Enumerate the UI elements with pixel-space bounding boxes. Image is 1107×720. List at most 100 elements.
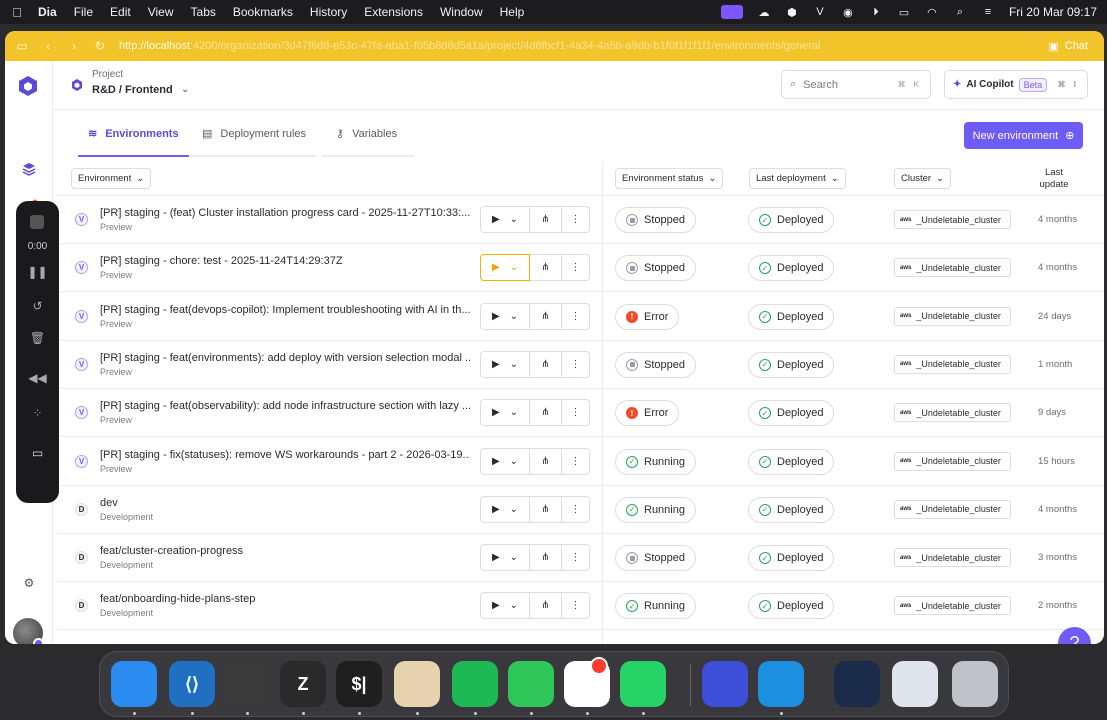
cluster-badge[interactable]: aws _Undeletable_cluster (894, 596, 1011, 616)
deploy-button[interactable]: ▶ ⌄ (480, 302, 530, 330)
deployment-badge[interactable]: ✓ Deployed (748, 545, 835, 572)
address-bar[interactable]: http://localhost:4200/organization/3d47f… (119, 40, 1036, 52)
control-center-icon[interactable]: ≡ (981, 6, 995, 18)
menu-file[interactable]: File (74, 5, 93, 19)
status-badge[interactable]: ✓ Running (615, 593, 696, 620)
dock-docker-icon[interactable] (758, 661, 804, 707)
more-button[interactable]: ⋮ (562, 544, 590, 572)
env-name[interactable]: feat/cluster-creation-progress (100, 545, 470, 557)
filter-environment-status[interactable]: Environment status ⌄ (615, 168, 724, 189)
deploy-button[interactable]: ▶ ⌄ (480, 592, 530, 620)
env-name[interactable]: feat/onboarding-hide-plans-step (100, 593, 470, 605)
dock-whatsapp-icon[interactable] (620, 661, 666, 707)
table-row[interactable]: V [PR] staging - chore: test - 2025-11-2… (58, 244, 1104, 293)
play-status-icon[interactable]: ⏵ (869, 6, 883, 18)
status-badge[interactable]: Stopped (615, 207, 696, 233)
dock-terminal-icon[interactable]: $| (336, 661, 382, 707)
menu-bookmarks[interactable]: Bookmarks (233, 5, 293, 19)
env-name[interactable]: [PR] staging - chore: test - 2025-11-24T… (100, 255, 470, 267)
deploy-button[interactable]: ▶ ⌄ (480, 544, 530, 572)
tab-environments[interactable]: ≋ Environments (78, 110, 189, 157)
pipeline-button[interactable]: ⋔ (530, 447, 562, 475)
dock-facetime-icon[interactable] (508, 661, 554, 707)
dock-arc-icon[interactable] (394, 661, 440, 707)
pause-icon[interactable]: ❚❚ (16, 265, 59, 279)
more-button[interactable]: ⋮ (562, 206, 590, 233)
pipeline-button[interactable]: ⋔ (530, 495, 562, 523)
deployment-badge[interactable]: ✓ Deployed (748, 496, 835, 523)
cluster-badge[interactable]: aws _Undeletable_cluster (894, 403, 1011, 423)
tab-variables[interactable]: ⚷ Variables (326, 110, 407, 157)
reload-icon[interactable]: ↻ (93, 39, 107, 53)
cluster-badge[interactable]: aws _Undeletable_cluster (894, 306, 1011, 326)
more-button[interactable]: ⋮ (562, 399, 590, 427)
layers-icon[interactable] (19, 159, 39, 179)
restart-icon[interactable]: ↺ (16, 299, 59, 313)
deploy-button[interactable]: ▶ ⌄ (480, 495, 530, 523)
pipeline-button[interactable]: ⋔ (530, 302, 562, 330)
cluster-badge[interactable]: aws _Undeletable_cluster (894, 451, 1011, 471)
weather-icon[interactable]: ☁ (757, 6, 771, 19)
tab-deployment-rules[interactable]: ▤ Deployment rules (192, 110, 316, 157)
project-selector[interactable]: R&D / Frontend (92, 84, 173, 96)
pipeline-button[interactable]: ⋔ (530, 206, 562, 233)
more-button[interactable]: ⋮ (562, 447, 590, 475)
env-name[interactable]: [PR] staging - feat(environments): add d… (100, 352, 470, 364)
menu-view[interactable]: View (148, 5, 174, 19)
header-last-update[interactable]: Last update (1034, 167, 1074, 191)
ai-copilot-button[interactable]: ✦ AI Copilot Beta ⌘ I (944, 70, 1088, 99)
back-icon[interactable]: ‹ (41, 39, 55, 53)
pipeline-button[interactable]: ⋔ (530, 544, 562, 572)
dock-window-preview-2-icon[interactable] (892, 661, 938, 707)
status-badge[interactable]: ! Error (615, 400, 680, 427)
deployment-badge[interactable]: ✓ Deployed (748, 207, 835, 233)
deploy-button[interactable]: ▶ ⌄ (480, 447, 530, 475)
pipeline-button[interactable]: ⋔ (530, 350, 562, 378)
env-name[interactable]: [PR] staging - fix(statuses): remove WS … (100, 449, 470, 461)
more-button[interactable]: ⋮ (562, 495, 590, 523)
more-button[interactable]: ⋮ (562, 350, 590, 378)
menu-history[interactable]: History (310, 5, 347, 19)
table-row[interactable]: D feat/cluster-creation-progress Develop… (58, 534, 1104, 583)
deploy-button[interactable]: ▶ ⌄ (480, 254, 530, 282)
stop-record-icon[interactable] (30, 215, 44, 229)
deploy-button[interactable]: ▶ ⌄ (480, 350, 530, 378)
filter-environment[interactable]: Environment ⌄ (71, 168, 152, 189)
dock-spotify-icon[interactable] (452, 661, 498, 707)
status-badge[interactable]: ! Error (615, 303, 680, 330)
env-name[interactable]: dev (100, 497, 470, 509)
settings-gear-icon[interactable]: ⚙ (19, 573, 39, 593)
dock-dia-app-icon[interactable] (702, 661, 748, 707)
screen-record-icon[interactable] (720, 5, 743, 19)
cluster-badge[interactable]: aws _Undeletable_cluster (894, 499, 1011, 519)
status-badge[interactable]: Stopped (615, 351, 696, 378)
deploy-button[interactable]: ▶ ⌄ (480, 206, 530, 233)
dock-zed-icon[interactable]: Z (280, 661, 326, 707)
env-name[interactable]: [PR] staging - feat(devops-copilot): Imp… (100, 304, 470, 316)
status-badge[interactable]: ✓ Running (615, 496, 696, 523)
table-row[interactable]: D feat/onboarding-hide-plans-step Develo… (58, 582, 1104, 631)
vim-icon[interactable]: V (813, 6, 827, 18)
pipeline-button[interactable]: ⋔ (530, 592, 562, 620)
deployment-badge[interactable]: ✓ Deployed (748, 593, 835, 620)
dock-vscode-icon[interactable]: ⟨⟩ (169, 661, 215, 707)
filter-last-deployment[interactable]: Last deployment ⌄ (749, 168, 846, 189)
search-input[interactable]: ⌕ Search ⌘ K (781, 70, 931, 99)
cluster-badge[interactable]: aws _Undeletable_cluster (894, 258, 1011, 278)
table-row[interactable]: V [PR] staging - fix(statuses): remove W… (58, 438, 1104, 486)
filter-cluster[interactable]: Cluster ⌄ (894, 168, 952, 189)
deployment-badge[interactable]: ✓ Deployed (748, 448, 835, 475)
wifi-icon[interactable]: ◠ (925, 6, 939, 19)
delete-icon[interactable]: 🗑 (16, 331, 59, 345)
battery-icon[interactable]: ▭ (897, 6, 911, 19)
camera-icon[interactable]: ▭ (16, 446, 59, 460)
chat-button[interactable]: ▣ Chat (1048, 40, 1088, 53)
pipeline-button[interactable]: ⋔ (530, 399, 562, 427)
deployment-badge[interactable]: ✓ Deployed (748, 351, 835, 378)
deploy-button[interactable]: ▶ ⌄ (480, 399, 530, 427)
cluster-badge[interactable]: aws _Undeletable_cluster (894, 354, 1011, 374)
apple-icon[interactable]:  (10, 5, 24, 20)
dock-finder-icon[interactable] (111, 661, 157, 707)
cube-status-icon[interactable]: ⬢ (785, 6, 799, 19)
menu-app-name[interactable]: Dia (38, 5, 57, 19)
